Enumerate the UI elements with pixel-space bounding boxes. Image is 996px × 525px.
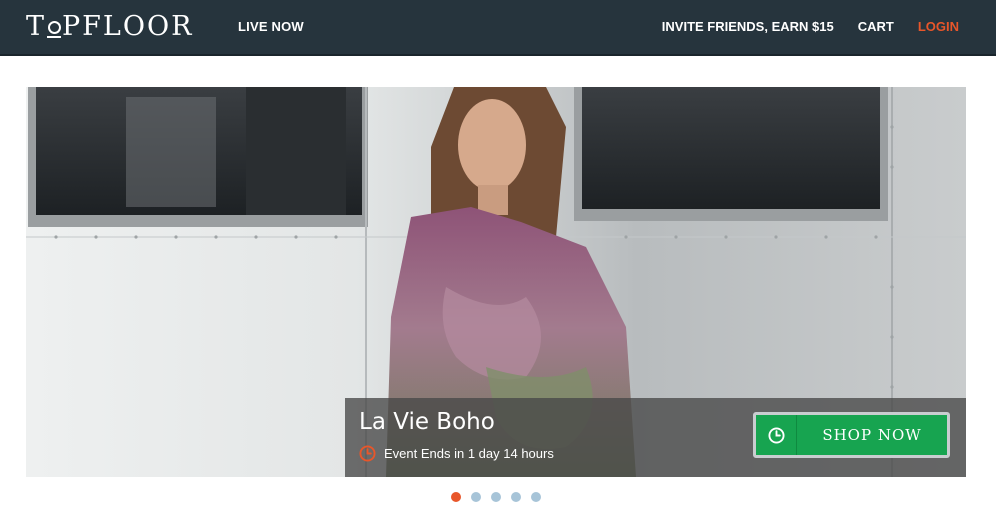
nav-invite-friends[interactable]: INVITE FRIENDS, EARN $15 (662, 19, 834, 34)
logo-letter-t: T (26, 10, 47, 42)
shop-button-icon-box (756, 415, 797, 455)
site-header: T PFLOOR LIVE NOW INVITE FRIENDS, EARN $… (0, 0, 996, 56)
shop-now-button[interactable]: SHOP NOW (753, 412, 950, 458)
carousel-dots (451, 492, 541, 502)
logo-letter-o (47, 15, 62, 38)
event-caption: La Vie Boho Event Ends in 1 day 14 hours… (345, 398, 966, 477)
nav-live-now[interactable]: LIVE NOW (238, 19, 304, 34)
logo-letters-pfloor: PFLOOR (62, 10, 194, 42)
topfloor-logo[interactable]: T PFLOOR (26, 9, 193, 43)
clock-icon (767, 426, 785, 444)
account-nav: INVITE FRIENDS, EARN $15 CART LOGIN (662, 19, 959, 34)
clock-icon (359, 445, 376, 462)
hero-banner[interactable]: La Vie Boho Event Ends in 1 day 14 hours… (26, 87, 966, 477)
event-timer-text: Event Ends in 1 day 14 hours (384, 446, 554, 461)
event-timer: Event Ends in 1 day 14 hours (359, 445, 554, 462)
nav-login[interactable]: LOGIN (918, 19, 959, 34)
carousel-dot-1[interactable] (451, 492, 461, 502)
event-title: La Vie Boho (359, 409, 495, 435)
carousel-dot-5[interactable] (531, 492, 541, 502)
carousel-dot-4[interactable] (511, 492, 521, 502)
shop-now-label: SHOP NOW (822, 426, 922, 444)
carousel-dot-2[interactable] (471, 492, 481, 502)
carousel-dot-3[interactable] (491, 492, 501, 502)
nav-cart[interactable]: CART (858, 19, 894, 34)
